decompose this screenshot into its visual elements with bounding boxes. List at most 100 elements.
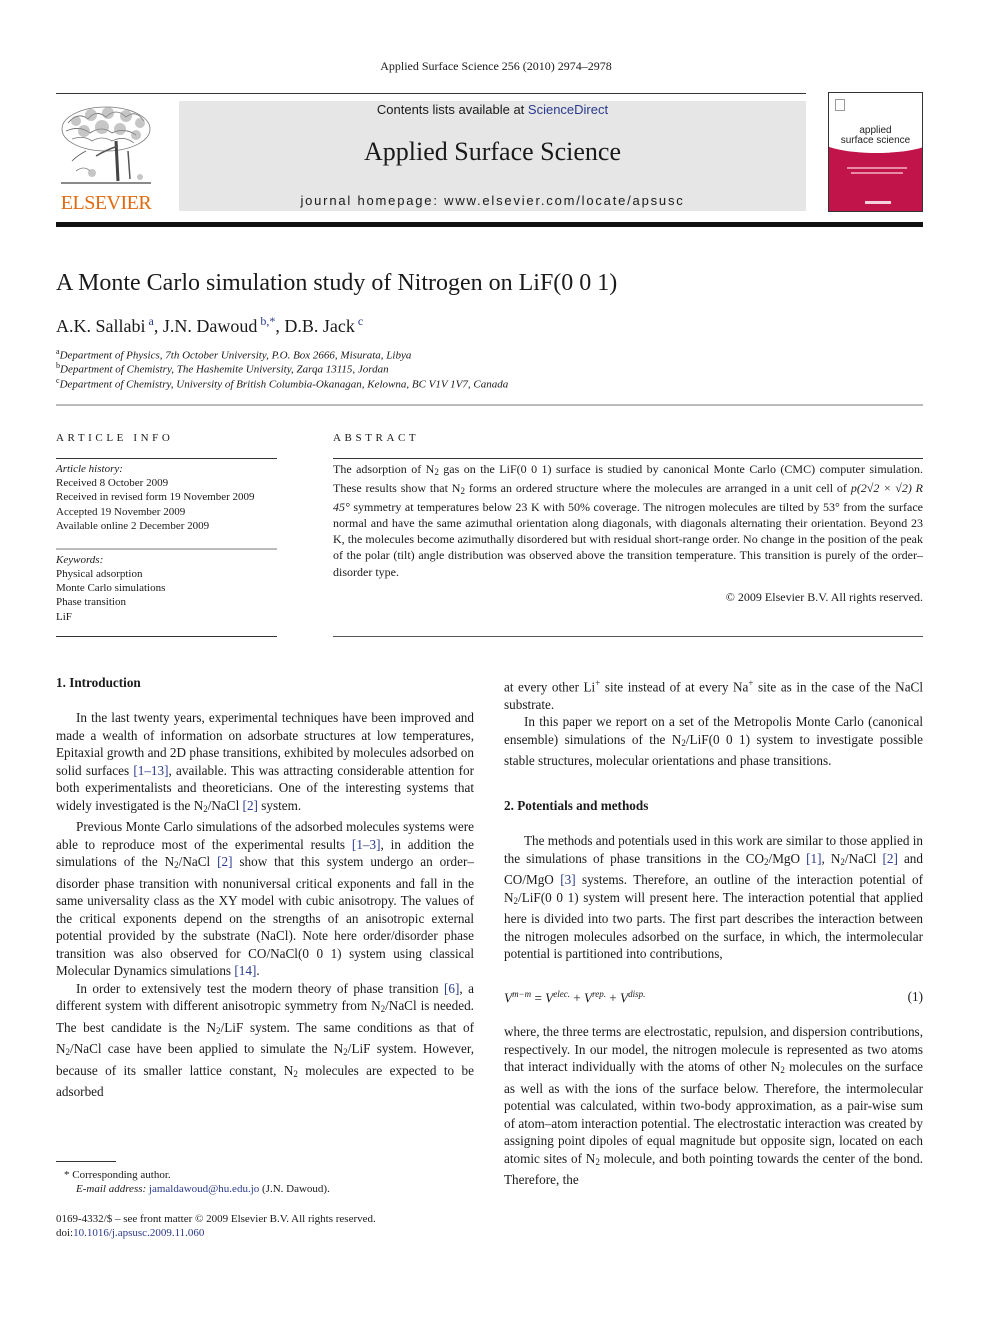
- sciencedirect-link[interactable]: ScienceDirect: [528, 102, 608, 117]
- text: , N: [821, 850, 841, 866]
- text: show that this system undergo an order–d…: [56, 854, 474, 978]
- text: /MgO: [768, 850, 807, 866]
- abstract-fragment: symmetry at temperatures below 23 K with…: [333, 500, 923, 579]
- paragraph: where, the three terms are electrostatic…: [504, 1023, 923, 1189]
- citation-link[interactable]: [1–3]: [352, 837, 381, 852]
- author-separator: ,: [275, 316, 285, 336]
- affiliation: bDepartment of Chemistry, The Hashemite …: [56, 361, 389, 376]
- equation-number: (1): [907, 989, 923, 1004]
- divider: [56, 548, 277, 550]
- text: /NaCl: [207, 797, 243, 813]
- cover-title: applied surface science: [829, 126, 922, 146]
- author-name[interactable]: A.K. Sallabi: [56, 316, 146, 336]
- abstract-fragment: forms an ordered structure where the mol…: [464, 481, 851, 496]
- paragraph-continued: at every other Li+ site instead of at ev…: [504, 675, 923, 713]
- journal-homepage-link[interactable]: journal homepage: www.elsevier.com/locat…: [179, 193, 806, 208]
- citation-link[interactable]: [1–13]: [133, 763, 168, 778]
- history-item: Accepted 19 November 2009: [56, 506, 186, 518]
- affiliation-rule: [56, 404, 923, 406]
- eq-term: V: [584, 990, 593, 1006]
- abstract-fragment: The adsorption of N: [333, 462, 435, 476]
- divider: [56, 458, 277, 459]
- masthead-rule: [56, 222, 923, 227]
- doi-line: doi:10.1016/j.apsusc.2009.11.060: [56, 1226, 204, 1241]
- keyword: Monte Carlo simulations: [56, 582, 166, 594]
- text: /NaCl: [844, 850, 883, 866]
- author-name[interactable]: D.B. Jack: [284, 316, 355, 336]
- paragraph: Previous Monte Carlo simulations of the …: [56, 818, 474, 980]
- journal-name: Applied Surface Science: [363, 137, 621, 166]
- footnote-rule: [56, 1161, 116, 1162]
- affiliation: aDepartment of Physics, 7th October Univ…: [56, 347, 411, 362]
- citation-link[interactable]: [2]: [217, 854, 232, 869]
- equation-1: Vm−m = Velec. + Vrep. + Vdisp. (1): [504, 989, 923, 1006]
- text: In order to extensively test the modern …: [76, 980, 445, 996]
- journal-masthead: Contents lists available at ScienceDirec…: [179, 101, 806, 211]
- corresponding-author-note: * Corresponding author.: [64, 1169, 171, 1181]
- cover-title-line2: surface science: [840, 135, 911, 146]
- divider: [333, 458, 923, 459]
- affiliation-text: Department of Chemistry, The Hashemite U…: [60, 363, 389, 376]
- body-column-right-methods: The methods and potentials used in this …: [504, 832, 923, 963]
- abstract-heading: ABSTRACT: [333, 432, 420, 444]
- eq-term: V: [504, 990, 513, 1006]
- keyword: Phase transition: [56, 596, 126, 608]
- paragraph: In the last twenty years, experimental t…: [56, 709, 474, 818]
- doi-prefix: doi:: [56, 1227, 74, 1239]
- author-affil-marker[interactable]: c: [358, 314, 363, 328]
- cover-logo-icon: [835, 99, 845, 111]
- text: .: [256, 963, 260, 978]
- text: /NaCl: [178, 854, 218, 869]
- text: at every other Li: [504, 679, 596, 695]
- affiliation: cDepartment of Chemistry, University of …: [56, 376, 508, 391]
- section-heading-methods: 2. Potentials and methods: [504, 798, 649, 813]
- affiliation-text: Department of Chemistry, University of B…: [59, 378, 509, 391]
- abstract-copyright: © 2009 Elsevier B.V. All rights reserved…: [725, 590, 923, 604]
- body-column-right-continued: where, the three terms are electrostatic…: [504, 1023, 923, 1189]
- email-note: E-mail address: jamaldawoud@hu.edu.jo (J…: [76, 1182, 330, 1197]
- header-rule: [56, 93, 806, 94]
- citation-link[interactable]: [2]: [243, 798, 258, 813]
- citation-link[interactable]: [1]: [806, 851, 821, 866]
- eq-superscript: elec.: [553, 989, 570, 999]
- paragraph: In order to extensively test the modern …: [56, 980, 474, 1101]
- journal-cover-image: applied surface science: [828, 92, 923, 212]
- email-label: E-mail address:: [76, 1183, 149, 1195]
- author-name[interactable]: J.N. Dawoud: [163, 316, 258, 336]
- body-column-left: In the last twenty years, experimental t…: [56, 709, 474, 1101]
- eq-term: V: [620, 990, 629, 1006]
- citation-link[interactable]: [14]: [234, 963, 256, 978]
- text: /LiF(0 0 1) system will present here. Th…: [504, 889, 923, 962]
- text: system.: [257, 797, 302, 813]
- citation-link[interactable]: [2]: [882, 851, 897, 866]
- cover-subtitle-line: [847, 167, 907, 169]
- history-item: Received in revised form 19 November 200…: [56, 491, 255, 503]
- elsevier-wordmark: ELSEVIER: [60, 192, 152, 214]
- citation-link[interactable]: [6]: [444, 981, 459, 996]
- author-list: A.K. Sallabi a, J.N. Dawoud b,*, D.B. Ja…: [56, 314, 363, 337]
- text: site instead of at every Na: [600, 679, 749, 695]
- history-item: Available online 2 December 2009: [56, 520, 210, 532]
- paragraph: In this paper we report on a set of the …: [504, 713, 923, 770]
- doi-link[interactable]: 10.1016/j.apsusc.2009.11.060: [73, 1227, 204, 1239]
- cover-subtitle-line: [851, 172, 903, 174]
- eq-operator: +: [569, 990, 584, 1006]
- eq-operator: =: [531, 990, 546, 1006]
- eq-superscript: rep.: [592, 989, 606, 999]
- citation-link[interactable]: [3]: [560, 872, 575, 887]
- email-link[interactable]: jamaldawoud@hu.edu.jo: [149, 1183, 259, 1195]
- author-affil-marker[interactable]: b,*: [260, 314, 275, 328]
- cover-footer-mark: [865, 201, 891, 204]
- keyword: Physical adsorption: [56, 568, 143, 580]
- email-suffix: (J.N. Dawoud).: [259, 1183, 330, 1195]
- contents-line: Contents lists available at ScienceDirec…: [179, 102, 806, 117]
- divider: [333, 636, 923, 637]
- eq-operator: +: [605, 990, 621, 1006]
- history-item: Received 8 October 2009: [56, 477, 169, 489]
- keywords-label: Keywords:: [56, 554, 104, 566]
- divider: [56, 636, 277, 637]
- eq-superscript: m−m: [512, 989, 532, 999]
- eq-superscript: disp.: [628, 989, 646, 999]
- section-heading-introduction: 1. Introduction: [56, 675, 141, 690]
- article-title: A Monte Carlo simulation study of Nitrog…: [56, 270, 618, 296]
